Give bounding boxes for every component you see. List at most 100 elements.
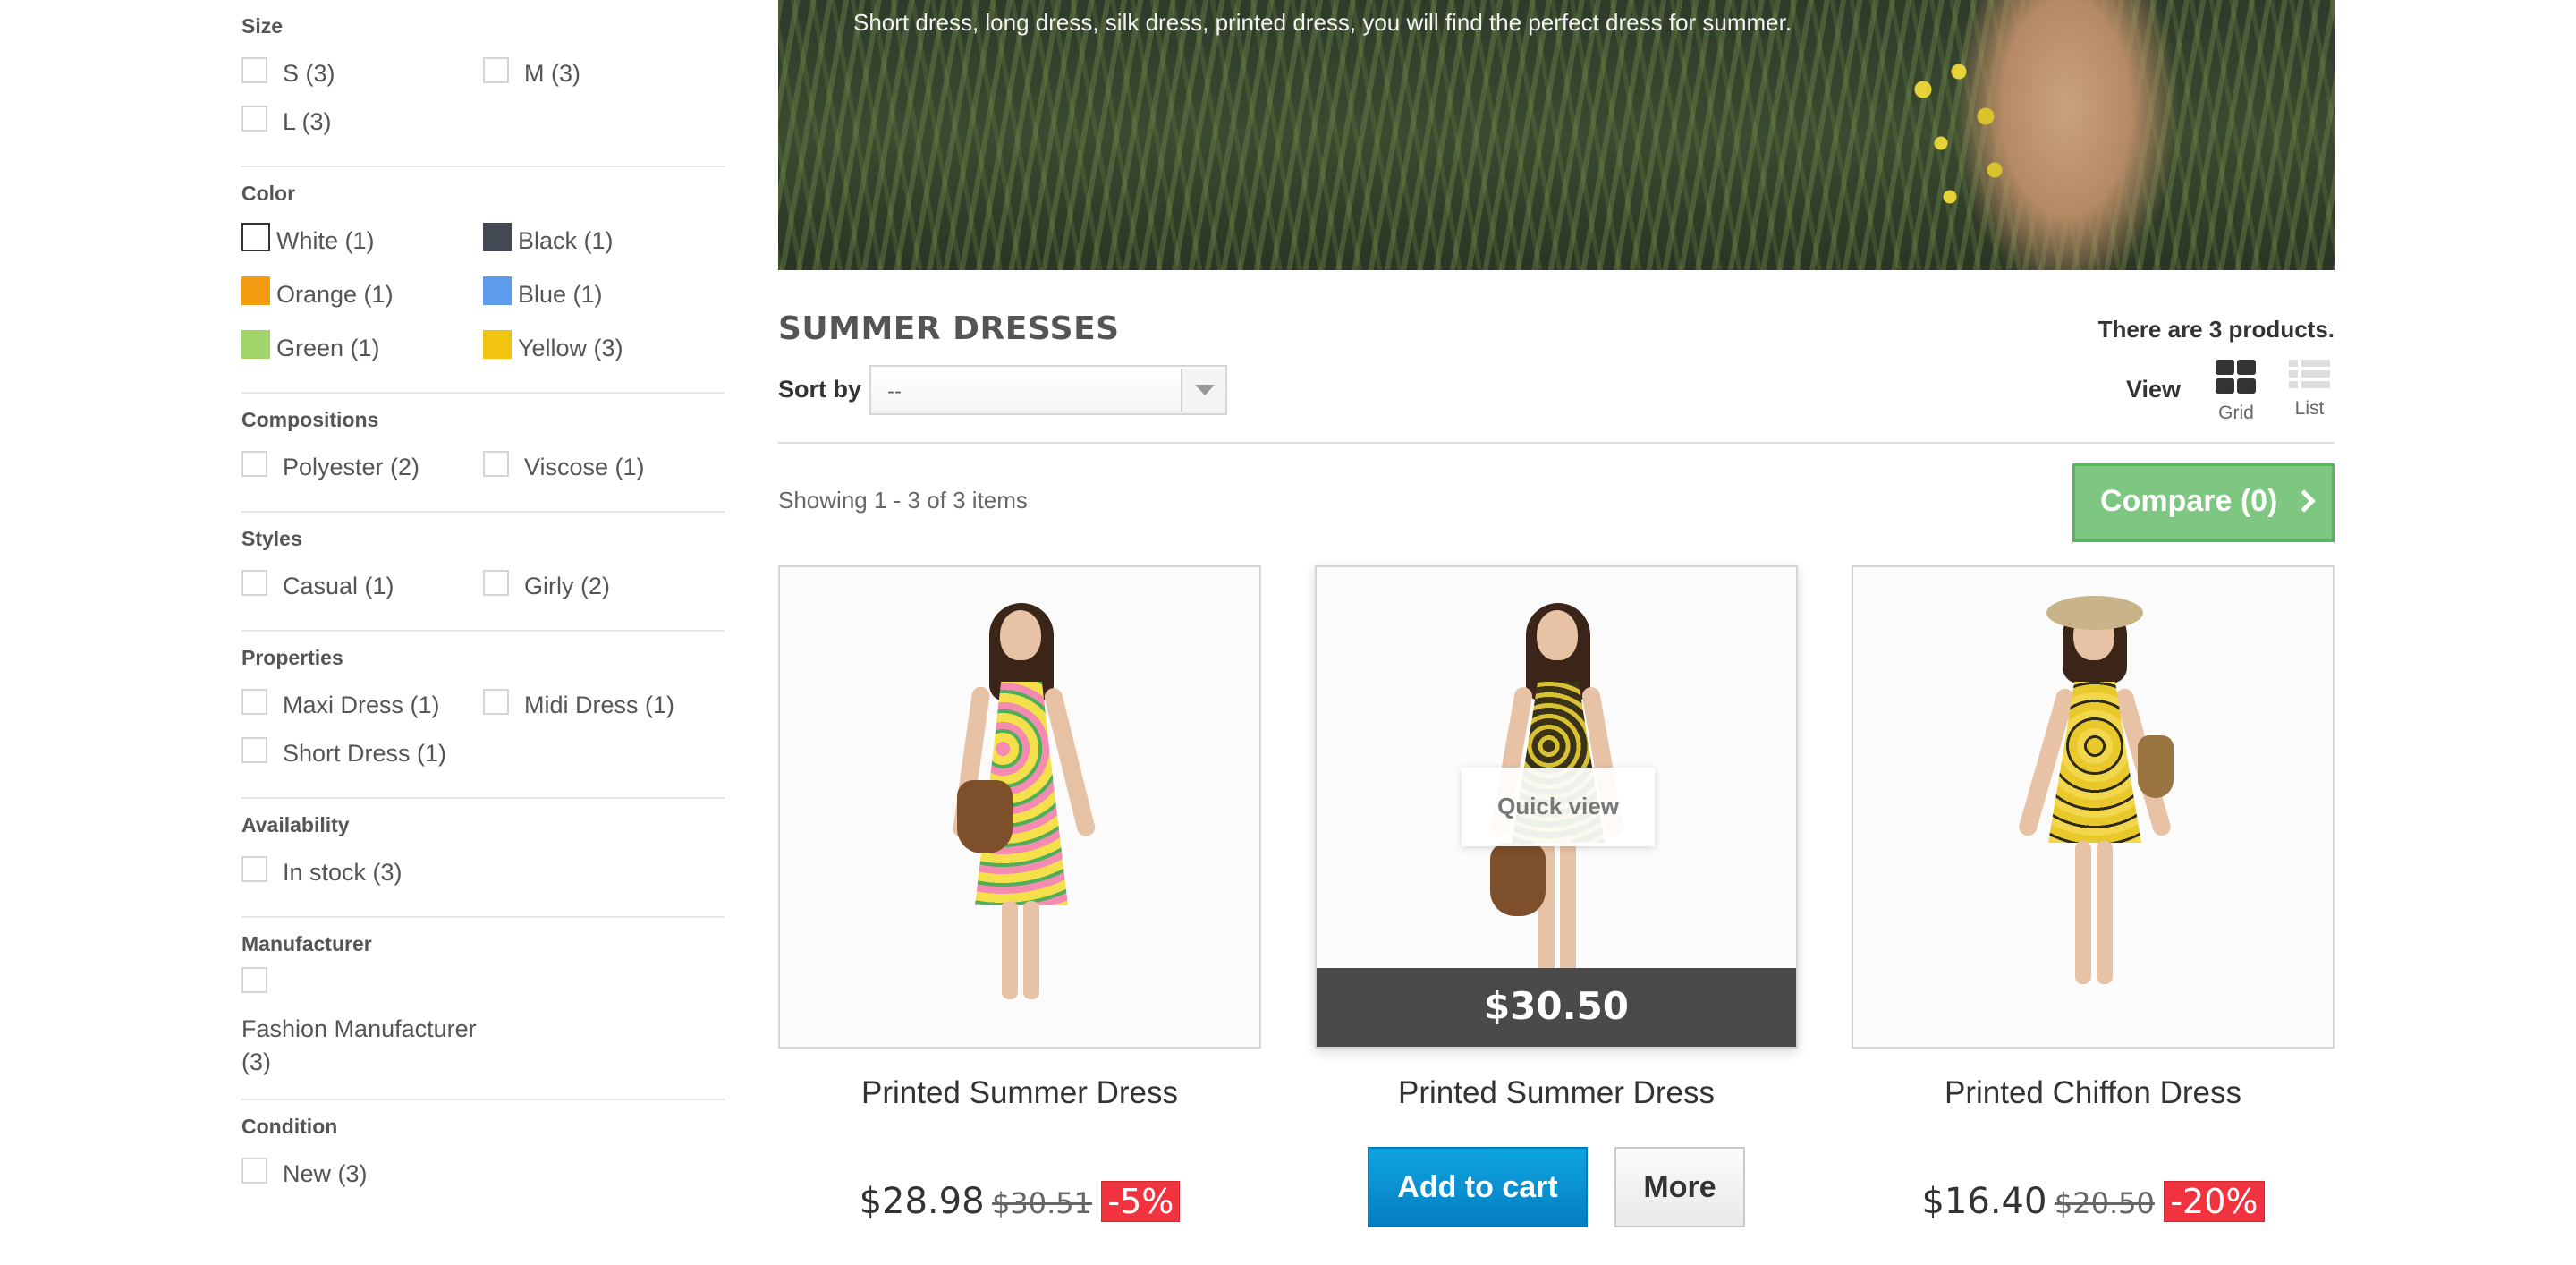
- filter-title: Size: [242, 14, 284, 38]
- product-card: Printed Chiffon Dress $16.40 $20.50 -20%: [1852, 565, 2334, 1222]
- filter-properties: Properties Maxi Dress (1) Midi Dress (1)…: [242, 632, 724, 799]
- product-price-overlay: $30.50: [1317, 968, 1796, 1047]
- filter-option-color-white[interactable]: White (1): [242, 216, 483, 265]
- view-grid-button[interactable]: Grid: [2211, 360, 2261, 424]
- product-name[interactable]: Printed Summer Dress: [1315, 1075, 1798, 1111]
- add-to-cart-button[interactable]: Add to cart: [1368, 1147, 1588, 1227]
- filter-condition: Condition New (3): [242, 1100, 724, 1218]
- checkbox[interactable]: [242, 56, 267, 83]
- checkbox[interactable]: [242, 967, 267, 993]
- model-photo: [2004, 596, 2182, 1022]
- filter-option-girly[interactable]: Girly (2): [483, 562, 724, 610]
- filter-availability: Availability In stock (3): [242, 799, 724, 918]
- view-label: View: [2125, 376, 2181, 403]
- checkbox[interactable]: [242, 688, 267, 715]
- view-grid-label: Grid: [2218, 403, 2254, 423]
- filter-styles: Styles Casual (1) Girly (2): [242, 513, 724, 632]
- compare-button[interactable]: Compare (0): [2072, 463, 2334, 542]
- sort-value: --: [887, 379, 902, 403]
- checkbox[interactable]: [242, 105, 267, 132]
- product-toolbar: Sort by -- View Grid List: [778, 360, 2334, 444]
- product-prices: $28.98 $30.51 -5%: [778, 1181, 1261, 1222]
- checkbox[interactable]: [242, 450, 267, 477]
- filter-option-color-blue[interactable]: Blue (1): [483, 270, 724, 318]
- product-image[interactable]: Quick view $30.50: [1315, 565, 1798, 1049]
- filter-option-casual[interactable]: Casual (1): [242, 562, 483, 610]
- discount-badge: -20%: [2164, 1181, 2265, 1222]
- category-description: Short dress, long dress, silk dress, pri…: [853, 9, 1792, 36]
- filter-option-new[interactable]: New (3): [242, 1150, 483, 1198]
- filter-title: Styles: [242, 527, 302, 550]
- product-card: Printed Summer Dress $28.98 $30.51 -5%: [778, 565, 1261, 1222]
- product-card: Quick view $30.50 Printed Summer Dress A…: [1315, 565, 1798, 1227]
- old-price: $20.50: [2054, 1186, 2155, 1220]
- chevron-down-icon[interactable]: [1181, 369, 1224, 412]
- sort-label: Sort by: [778, 376, 862, 403]
- product-price: $16.40: [1921, 1181, 2047, 1222]
- view-list-button[interactable]: List: [2284, 360, 2334, 420]
- banner-flowers-image: [1887, 36, 2048, 250]
- checkbox[interactable]: [242, 855, 267, 882]
- filter-option-size-s[interactable]: S (3): [242, 49, 483, 98]
- color-swatch[interactable]: [242, 223, 270, 251]
- product-price: $28.98: [859, 1181, 985, 1222]
- filter-option-short-dress[interactable]: Short Dress (1): [242, 729, 483, 777]
- filter-title: Condition: [242, 1115, 338, 1138]
- model-photo: [930, 601, 1109, 1022]
- filter-option-in-stock[interactable]: In stock (3): [242, 848, 483, 896]
- filter-manufacturer: Manufacturer Fashion Manufacturer (3): [242, 918, 724, 1100]
- showing-count: Showing 1 - 3 of 3 items: [778, 487, 1028, 514]
- filter-option-fashion-manufacturer[interactable]: Fashion Manufacturer (3): [242, 967, 724, 1079]
- color-swatch[interactable]: [483, 223, 512, 251]
- filter-compositions: Compositions Polyester (2) Viscose (1): [242, 394, 724, 513]
- product-name[interactable]: Printed Summer Dress: [778, 1075, 1261, 1111]
- quick-view-button[interactable]: Quick view: [1462, 768, 1655, 846]
- chevron-right-icon: [2292, 489, 2316, 513]
- layered-navigation: Size S (3) M (3) L (3) Color White (1) B…: [242, 0, 724, 1218]
- more-button[interactable]: More: [1614, 1147, 1745, 1227]
- checkbox[interactable]: [483, 569, 509, 596]
- filter-option-maxi-dress[interactable]: Maxi Dress (1): [242, 681, 483, 729]
- checkbox[interactable]: [242, 736, 267, 763]
- filter-option-size-l[interactable]: L (3): [242, 98, 483, 146]
- list-icon: [2289, 360, 2330, 389]
- discount-badge: -5%: [1101, 1181, 1181, 1222]
- filter-option-color-green[interactable]: Green (1): [242, 324, 483, 372]
- product-count: There are 3 products.: [2097, 316, 2334, 343]
- old-price: $30.51: [992, 1186, 1092, 1220]
- filter-option-color-black[interactable]: Black (1): [483, 216, 724, 265]
- filter-color: Color White (1) Black (1) Orange (1) Blu…: [242, 167, 724, 394]
- filter-option-color-orange[interactable]: Orange (1): [242, 270, 483, 318]
- filter-title: Availability: [242, 813, 350, 836]
- grid-icon: [2216, 360, 2257, 394]
- filter-option-midi-dress[interactable]: Midi Dress (1): [483, 681, 724, 729]
- checkbox[interactable]: [483, 450, 509, 477]
- color-swatch[interactable]: [242, 330, 270, 359]
- filter-title: Color: [242, 182, 296, 205]
- checkbox[interactable]: [242, 1157, 267, 1184]
- product-image[interactable]: [1852, 565, 2334, 1049]
- filter-title: Compositions: [242, 408, 379, 431]
- color-swatch[interactable]: [242, 276, 270, 305]
- product-prices: $16.40 $20.50 -20%: [1852, 1181, 2334, 1222]
- filter-option-color-yellow[interactable]: Yellow (3): [483, 324, 724, 372]
- checkbox[interactable]: [242, 569, 267, 596]
- checkbox[interactable]: [483, 688, 509, 715]
- filter-option-polyester[interactable]: Polyester (2): [242, 443, 483, 491]
- product-image[interactable]: [778, 565, 1261, 1049]
- sort-select[interactable]: --: [869, 365, 1227, 415]
- category-title: SUMMER DRESSES: [778, 310, 1120, 347]
- checkbox[interactable]: [483, 56, 509, 83]
- filter-title: Properties: [242, 646, 343, 669]
- category-banner: Short dress, long dress, silk dress, pri…: [778, 0, 2334, 270]
- color-swatch[interactable]: [483, 330, 512, 359]
- filter-option-viscose[interactable]: Viscose (1): [483, 443, 724, 491]
- category-content: Short dress, long dress, silk dress, pri…: [778, 0, 2334, 1245]
- product-list: Printed Summer Dress $28.98 $30.51 -5% Q…: [778, 565, 2334, 1245]
- filter-size: Size S (3) M (3) L (3): [242, 0, 724, 167]
- product-actions: Add to cart More: [1315, 1147, 1798, 1227]
- product-name[interactable]: Printed Chiffon Dress: [1852, 1075, 2334, 1111]
- filter-title: Manufacturer: [242, 932, 372, 955]
- filter-option-size-m[interactable]: M (3): [483, 49, 724, 98]
- color-swatch[interactable]: [483, 276, 512, 305]
